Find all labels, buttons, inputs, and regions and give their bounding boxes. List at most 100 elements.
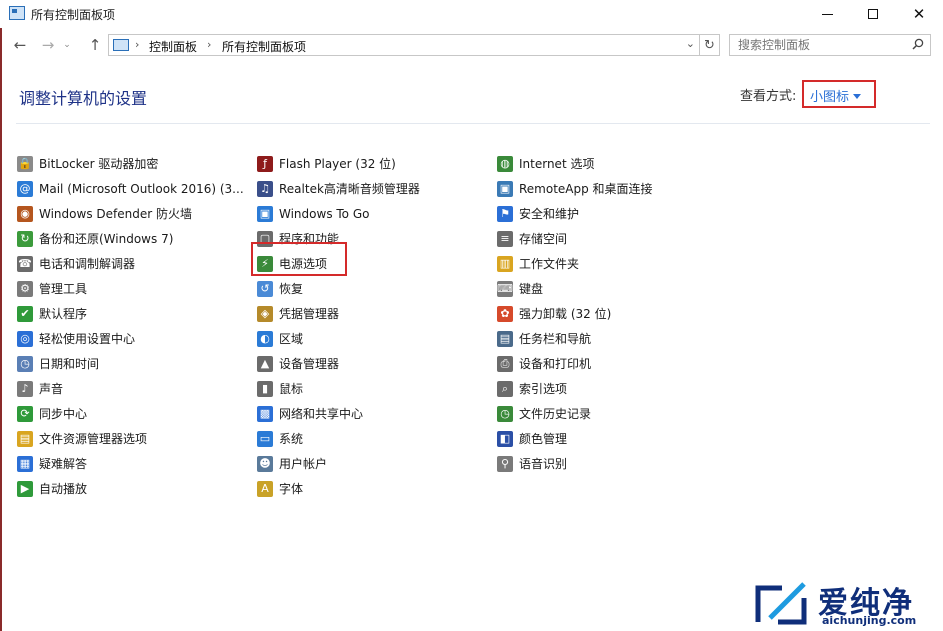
control-panel-item[interactable]: ⎙ 设备和打印机: [497, 351, 653, 376]
back-button[interactable]: ←: [10, 34, 30, 56]
control-panel-item[interactable]: ⟳ 同步中心: [17, 401, 244, 426]
control-panel-item-label: 鼠标: [279, 382, 304, 396]
control-panel-item-label: 自动播放: [39, 482, 88, 496]
control-panel-item[interactable]: ♪ 声音: [17, 376, 244, 401]
control-panel-item[interactable]: ☻ 用户帐户: [257, 451, 420, 476]
control-panel-item[interactable]: ⚑ 安全和维护: [497, 201, 653, 226]
control-panel-item[interactable]: ▮ 鼠标: [257, 376, 420, 401]
mouse-icon: ▮: [257, 380, 273, 397]
control-panel-item[interactable]: ◐ 区域: [257, 326, 420, 351]
close-button[interactable]: ✕: [896, 0, 942, 28]
control-panel-item[interactable]: ▤ 任务栏和导航: [497, 326, 653, 351]
control-panel-item-label: 任务栏和导航: [519, 332, 592, 346]
view-by-label: 查看方式:: [740, 89, 797, 104]
breadcrumb-separator[interactable]: ›: [207, 38, 211, 51]
recovery-icon: ↺: [257, 280, 273, 297]
ease-of-access-icon: ◎: [17, 330, 33, 347]
search-input[interactable]: [730, 35, 905, 55]
maximize-button[interactable]: [850, 0, 896, 28]
control-panel-item-label: 日期和时间: [39, 357, 100, 371]
control-panel-item[interactable]: ◈ 凭据管理器: [257, 301, 420, 326]
breadcrumb-control-panel[interactable]: 控制面板: [149, 38, 197, 55]
control-panel-item-label: 设备和打印机: [519, 357, 592, 371]
backup-icon: ↻: [17, 230, 33, 247]
control-panel-item-label: 语音识别: [519, 457, 568, 471]
control-panel-item-label: Realtek高清晰音频管理器: [279, 182, 420, 196]
bitlocker-icon: 🔒: [17, 155, 33, 172]
divider: [16, 123, 930, 124]
control-panel-item-label: 管理工具: [39, 282, 88, 296]
search-box[interactable]: [729, 34, 931, 56]
control-panel-item-label: 用户帐户: [279, 457, 328, 471]
system-icon: ▭: [257, 430, 273, 447]
address-bar[interactable]: › 控制面板 › 所有控制面板项 ⌄: [108, 34, 700, 56]
items-column-3: ◍ Internet 选项 ▣ RemoteApp 和桌面连接 ⚑ 安全和维护 ≡ 存储空间 ▥…: [497, 151, 653, 476]
control-panel-item[interactable]: ⌨ 键盘: [497, 276, 653, 301]
minimize-button[interactable]: [804, 0, 850, 28]
control-panel-item[interactable]: ⚲ 语音识别: [497, 451, 653, 476]
breadcrumb-all-items[interactable]: 所有控制面板项: [222, 38, 306, 55]
control-panel-item-label: 文件资源管理器选项: [39, 432, 148, 446]
control-panel-item[interactable]: ▩ 网络和共享中心: [257, 401, 420, 426]
control-panel-item[interactable]: ▲ 设备管理器: [257, 351, 420, 376]
control-panel-item[interactable]: ↺ 恢复: [257, 276, 420, 301]
control-panel-item[interactable]: ▣ Windows To Go: [257, 201, 420, 226]
control-panel-item[interactable]: @ Mail (Microsoft Outlook 2016) (3...: [17, 176, 244, 201]
control-panel-item[interactable]: ◎ 轻松使用设置中心: [17, 326, 244, 351]
search-icon[interactable]: [912, 38, 924, 50]
control-panel-item-label: 网络和共享中心: [279, 407, 364, 421]
close-icon: ✕: [912, 5, 926, 23]
control-panel-item[interactable]: ▤ 文件资源管理器选项: [17, 426, 244, 451]
control-panel-item[interactable]: ▥ 工作文件夹: [497, 251, 653, 276]
control-panel-item-label: 工作文件夹: [519, 257, 580, 271]
control-panel-item[interactable]: ◉ Windows Defender 防火墙: [17, 201, 244, 226]
keyboard-icon: ⌨: [497, 280, 513, 297]
control-panel-item[interactable]: ◍ Internet 选项: [497, 151, 653, 176]
control-panel-item[interactable]: ⌕ 索引选项: [497, 376, 653, 401]
control-panel-item[interactable]: ◷ 文件历史记录: [497, 401, 653, 426]
control-panel-item-label: 区域: [279, 332, 304, 346]
breadcrumb-separator[interactable]: ›: [135, 38, 139, 51]
control-panel-item[interactable]: ✿ 强力卸载 (32 位): [497, 301, 653, 326]
control-panel-item[interactable]: ✔ 默认程序: [17, 301, 244, 326]
credential-manager-icon: ◈: [257, 305, 273, 322]
control-panel-item-label: 电话和调制解调器: [39, 257, 136, 271]
refresh-button[interactable]: ↻: [700, 34, 720, 56]
control-panel-item[interactable]: A 字体: [257, 476, 420, 501]
control-panel-item[interactable]: ▣ RemoteApp 和桌面连接: [497, 176, 653, 201]
highlight-box-power-options: [251, 242, 347, 276]
forward-button[interactable]: →: [38, 34, 58, 56]
control-panel-item-label: 颜色管理: [519, 432, 568, 446]
control-panel-item[interactable]: 🔒 BitLocker 驱动器加密: [17, 151, 244, 176]
control-panel-item[interactable]: ◷ 日期和时间: [17, 351, 244, 376]
control-panel-item[interactable]: ◧ 颜色管理: [497, 426, 653, 451]
control-panel-item-label: 疑难解答: [39, 457, 88, 471]
control-panel-item[interactable]: ↻ 备份和还原(Windows 7): [17, 226, 244, 251]
up-button[interactable]: ↑: [86, 34, 104, 56]
control-panel-item-label: 同步中心: [39, 407, 88, 421]
control-panel-item-label: 文件历史记录: [519, 407, 592, 421]
control-panel-item-label: 设备管理器: [279, 357, 340, 371]
arrow-up-icon: ↑: [88, 36, 102, 54]
view-by-dropdown[interactable]: 小图标: [802, 80, 876, 108]
control-panel-item[interactable]: ƒ Flash Player (32 位): [257, 151, 420, 176]
control-panel-item[interactable]: ≡ 存储空间: [497, 226, 653, 251]
speaker-icon: ♪: [17, 380, 33, 397]
recent-locations-button[interactable]: ⌄: [62, 34, 72, 56]
arrow-left-icon: ←: [13, 36, 27, 54]
control-panel-item[interactable]: ▭ 系统: [257, 426, 420, 451]
control-panel-item[interactable]: ▦ 疑难解答: [17, 451, 244, 476]
control-panel-item[interactable]: ▶ 自动播放: [17, 476, 244, 501]
page-title: 调整计算机的设置: [19, 89, 148, 108]
devices-printers-icon: ⎙: [497, 355, 513, 372]
control-panel-item-label: 安全和维护: [519, 207, 580, 221]
file-history-icon: ◷: [497, 405, 513, 422]
control-panel-item[interactable]: ☎ 电话和调制解调器: [17, 251, 244, 276]
control-panel-item[interactable]: ⚙ 管理工具: [17, 276, 244, 301]
control-panel-item-label: 备份和还原(Windows 7): [39, 232, 174, 246]
address-dropdown-icon[interactable]: ⌄: [686, 37, 695, 50]
remoteapp-icon: ▣: [497, 180, 513, 197]
watermark-logo-icon: [755, 582, 807, 625]
control-panel-item[interactable]: ♫ Realtek高清晰音频管理器: [257, 176, 420, 201]
network-sharing-icon: ▩: [257, 405, 273, 422]
